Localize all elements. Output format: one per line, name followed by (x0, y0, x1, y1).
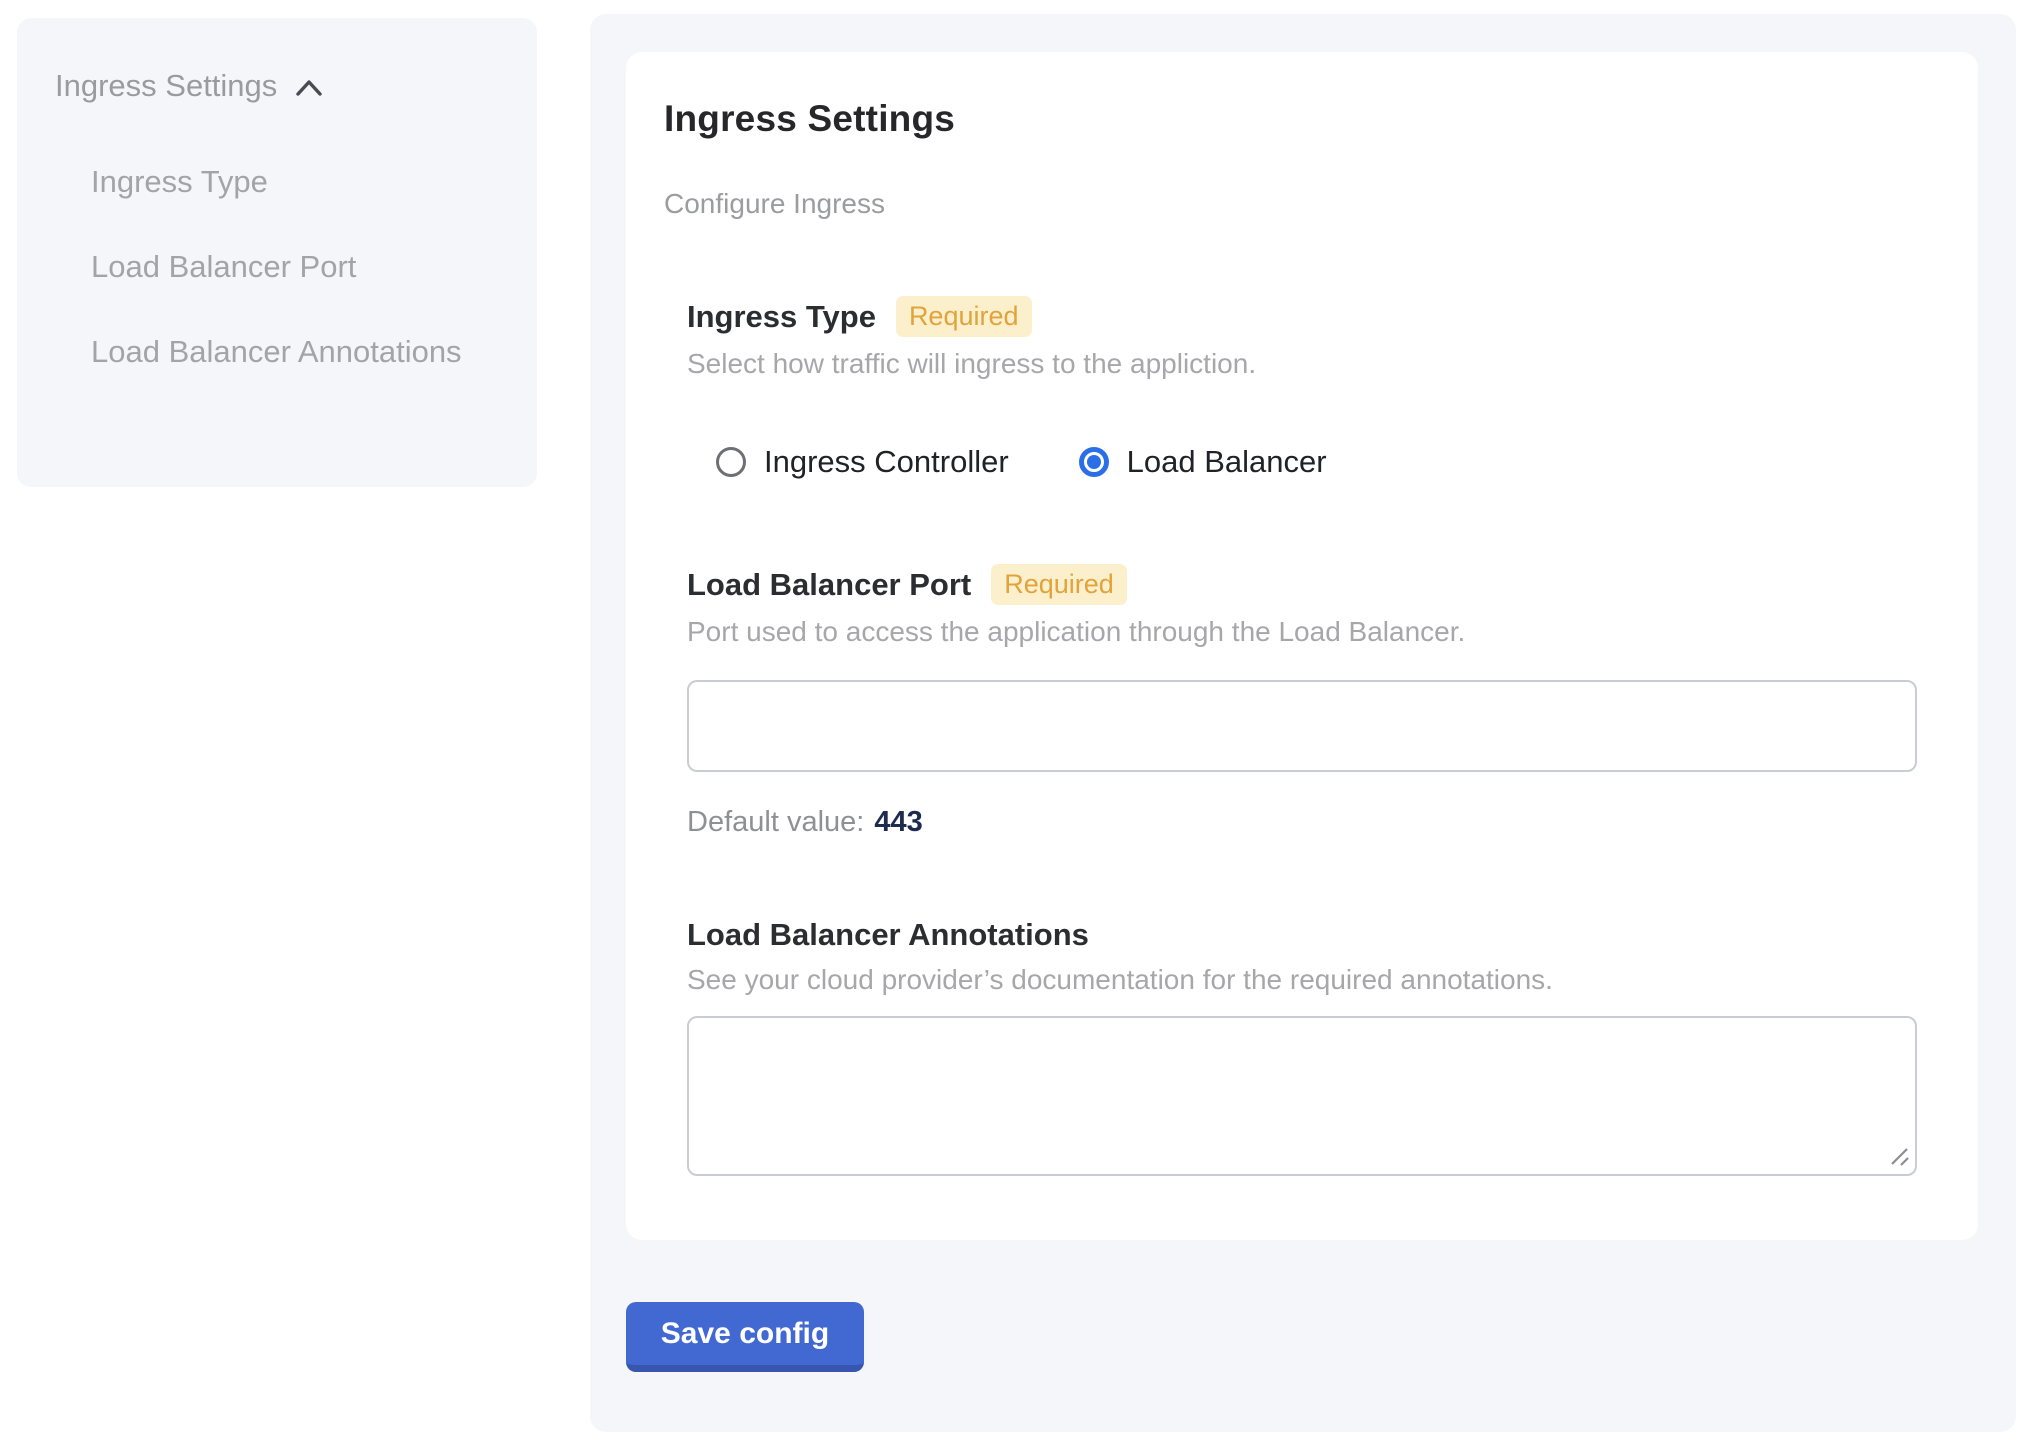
section-load-balancer-port: Load Balancer Port Required Port used to… (687, 564, 1918, 839)
page-subtitle: Configure Ingress (664, 188, 1918, 220)
lb-port-description: Port used to access the application thro… (687, 616, 1918, 648)
resize-handle-icon[interactable] (1886, 1143, 1910, 1167)
settings-sidebar: Ingress Settings Ingress Type Load Balan… (17, 18, 537, 487)
save-config-button[interactable]: Save config (626, 1302, 864, 1372)
radio-label-ingress-controller[interactable]: Ingress Controller (764, 444, 1009, 480)
ingress-type-description: Select how traffic will ingress to the a… (687, 348, 1918, 380)
ingress-settings-card: Ingress Settings Configure Ingress Ingre… (626, 52, 1978, 1240)
lb-annotations-label: Load Balancer Annotations (687, 917, 1089, 953)
section-ingress-type: Ingress Type Required Select how traffic… (687, 296, 1918, 480)
radio-selected-icon[interactable] (1079, 447, 1109, 477)
radio-option-ingress-controller[interactable]: Ingress Controller (716, 444, 1009, 480)
radio-label-load-balancer[interactable]: Load Balancer (1127, 444, 1327, 480)
section-load-balancer-annotations: Load Balancer Annotations See your cloud… (687, 917, 1918, 1176)
load-balancer-port-input[interactable] (687, 680, 1917, 772)
load-balancer-annotations-textarea[interactable] (687, 1016, 1917, 1176)
sidebar-item-load-balancer-annotations[interactable]: Load Balancer Annotations (91, 322, 491, 382)
ingress-type-radio-group: Ingress Controller Load Balancer (716, 444, 1918, 480)
sidebar-group-label: Ingress Settings (55, 68, 277, 104)
default-value-number: 443 (874, 806, 922, 838)
radio-option-load-balancer[interactable]: Load Balancer (1079, 444, 1327, 480)
lb-port-label: Load Balancer Port (687, 567, 971, 603)
chevron-up-icon (295, 79, 323, 97)
radio-unselected-icon[interactable] (716, 447, 746, 477)
sidebar-item-ingress-type[interactable]: Ingress Type (91, 152, 491, 212)
required-badge: Required (991, 564, 1127, 605)
ingress-type-label: Ingress Type (687, 299, 876, 335)
default-value-row: Default value: 443 (687, 806, 1918, 839)
sidebar-item-list: Ingress Type Load Balancer Port Load Bal… (91, 152, 491, 382)
lb-annotations-description: See your cloud provider’s documentation … (687, 964, 1918, 996)
page-title: Ingress Settings (664, 98, 1918, 140)
sidebar-group-ingress-settings[interactable]: Ingress Settings (55, 68, 507, 104)
lb-annotations-textarea-wrap (687, 1016, 1917, 1176)
sidebar-item-load-balancer-port[interactable]: Load Balancer Port (91, 237, 491, 297)
ingress-settings-panel: Ingress Settings Configure Ingress Ingre… (590, 14, 2016, 1432)
default-value-label: Default value: (687, 806, 864, 838)
required-badge: Required (896, 296, 1032, 337)
